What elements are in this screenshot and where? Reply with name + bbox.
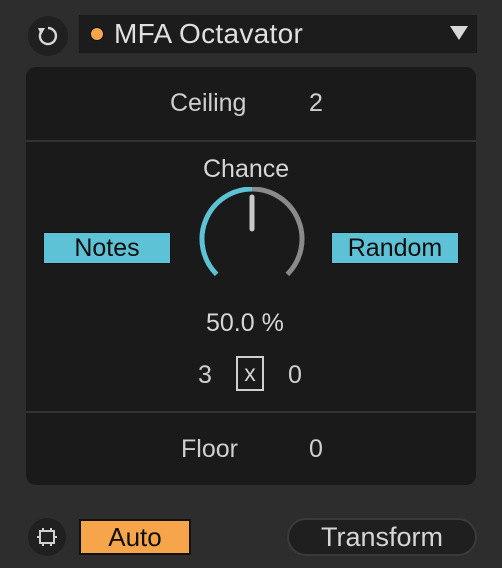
knob-fill	[199, 186, 253, 277]
knob-track	[251, 186, 305, 277]
chevron-down-icon[interactable]	[450, 26, 468, 40]
chance-knob[interactable]	[194, 186, 310, 287]
range-left-value[interactable]: 3	[198, 361, 212, 390]
divider-bottom	[26, 411, 476, 413]
status-dot	[90, 27, 104, 41]
floor-label: Floor	[181, 435, 238, 463]
device-name: MFA Octavator	[114, 18, 304, 49]
refresh-icon[interactable]	[28, 16, 68, 56]
main-panel: Ceiling 2 Chance Notes Random 50.0 % 3 x…	[26, 67, 476, 485]
ceiling-value[interactable]: 2	[309, 89, 323, 118]
floor-value[interactable]: 0	[309, 435, 323, 464]
random-button[interactable]: Random	[331, 232, 459, 264]
auto-button[interactable]: Auto	[79, 519, 191, 555]
ceiling-label: Ceiling	[170, 89, 247, 117]
divider-top	[26, 140, 476, 142]
chance-label: Chance	[203, 155, 290, 183]
notes-button[interactable]: Notes	[43, 232, 171, 264]
device-window: MFA Octavator Ceiling 2 Chance Notes Ran…	[0, 0, 502, 568]
multiplier-box[interactable]: x	[236, 356, 264, 391]
chance-value: 50.0 %	[206, 309, 284, 337]
device-select[interactable]: MFA Octavator	[79, 15, 477, 53]
device-map-icon[interactable]	[28, 518, 66, 556]
transform-button[interactable]: Transform	[287, 518, 477, 556]
range-right-value[interactable]: 0	[288, 361, 302, 390]
